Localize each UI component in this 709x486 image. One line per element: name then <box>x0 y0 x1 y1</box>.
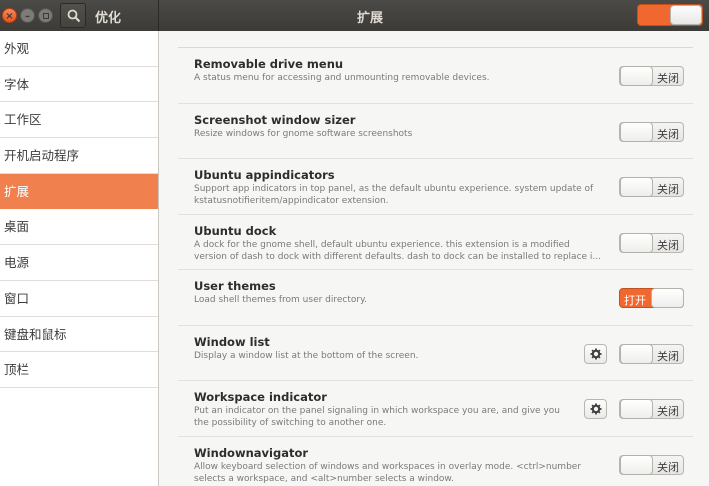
extension-row: Windownavigator Allow keyboard selection … <box>178 437 693 486</box>
extension-title: Ubuntu appindicators <box>194 168 335 182</box>
gear-icon <box>590 348 602 359</box>
window-minimize-button[interactable]: – <box>20 8 35 23</box>
sidebar-item[interactable]: 窗口 <box>0 281 158 317</box>
extension-description: Load shell themes from user directory. <box>194 294 604 306</box>
extension-toggle[interactable]: 关闭 <box>619 399 684 419</box>
description-line: Resize windows for gnome software screen… <box>194 128 413 139</box>
description-line: Put an indicator on the panel signaling … <box>194 406 560 416</box>
toggle-knob <box>620 66 653 86</box>
close-icon: × <box>5 11 14 22</box>
extension-description: Put an indicator on the panel signaling … <box>194 405 604 429</box>
app-title: 优化 <box>95 11 122 26</box>
description-line: Display a window list at the bottom of t… <box>194 350 419 361</box>
extension-settings-button[interactable] <box>584 399 607 419</box>
extension-toggle[interactable]: 打开 <box>619 288 684 308</box>
header-bar: × – 优化 扩展 <box>0 0 709 31</box>
maximize-icon <box>42 13 49 19</box>
extension-description: Support app indicators in top panel, as … <box>194 183 604 207</box>
toggle-knob <box>620 121 653 142</box>
toggle-label: 打开 <box>624 294 646 307</box>
description-line: selects a workspace, and <alt>number sel… <box>194 473 454 484</box>
sidebar-item[interactable]: 扩展 <box>0 173 158 210</box>
extension-description: Allow keyboard selection of windows and … <box>194 461 604 485</box>
extension-title: Workspace indicator <box>194 390 327 404</box>
search-button[interactable] <box>60 3 86 28</box>
description-line: Allow keyboard selection of windows and … <box>194 461 582 472</box>
extensions-list: Removable drive menu A status menu for ac… <box>178 47 693 486</box>
extension-description: A status menu for accessing and unmounti… <box>194 72 604 84</box>
extensions-master-switch[interactable] <box>637 4 703 26</box>
description-line: kstatusnotifieritem/appindicator extensi… <box>194 196 389 206</box>
extension-toggle[interactable]: 关闭 <box>619 66 684 86</box>
sidebar-item[interactable]: 外观 <box>0 31 158 67</box>
toggle-knob <box>651 288 684 308</box>
extension-title: Removable drive menu <box>194 57 344 71</box>
header-left-pane: × – 优化 <box>0 0 159 31</box>
toggle-label: 关闭 <box>657 183 679 196</box>
extension-row: Ubuntu dock A dock for the gnome shell, d… <box>178 215 693 270</box>
description-line: Load shell themes from user directory. <box>194 295 368 305</box>
sidebar-item[interactable]: 字体 <box>0 67 158 103</box>
extension-row: Removable drive menu A status menu for ac… <box>178 48 693 104</box>
extension-description: Display a window list at the bottom of t… <box>194 350 604 362</box>
description-line: A status menu for accessing and unmounti… <box>194 73 490 83</box>
extension-settings-button[interactable] <box>584 343 607 364</box>
sidebar-item[interactable]: 键盘和鼠标 <box>0 317 158 353</box>
sidebar-item[interactable]: 电源 <box>0 245 158 281</box>
description-line: the possibility of switching to another … <box>194 418 387 428</box>
extension-title: Ubuntu dock <box>194 223 277 238</box>
gear-icon <box>590 403 602 415</box>
description-line: A dock for the gnome shell, default ubun… <box>194 239 570 250</box>
extension-title: Window list <box>194 334 270 349</box>
extensions-panel: Removable drive menu A status menu for ac… <box>160 31 709 486</box>
page-title: 扩展 <box>356 11 383 26</box>
toggle-knob <box>620 343 653 364</box>
extension-title: Windownavigator <box>194 445 309 460</box>
minimize-icon: – <box>25 11 30 22</box>
toggle-label: 关闭 <box>657 72 679 85</box>
extension-toggle[interactable]: 关闭 <box>619 177 684 197</box>
extension-description: A dock for the gnome shell, default ubun… <box>194 239 604 263</box>
search-icon <box>67 9 81 23</box>
extension-row: User themes Load shell themes from user d… <box>178 270 693 326</box>
switch-knob <box>670 5 702 25</box>
sidebar-item[interactable]: 桌面 <box>0 209 158 246</box>
extension-row: Screenshot window sizer Resize windows fo… <box>178 104 693 159</box>
extension-row: Ubuntu appindicators Support app indicato… <box>178 159 693 215</box>
toggle-label: 关闭 <box>657 405 679 418</box>
toggle-knob <box>620 177 653 197</box>
extension-title: Screenshot window sizer <box>194 112 356 127</box>
sidebar-item[interactable]: 开机启动程序 <box>0 138 158 174</box>
extension-title: User themes <box>194 279 276 293</box>
extension-toggle[interactable]: 关闭 <box>619 121 684 142</box>
extension-row: Workspace indicator Put an indicator on t… <box>178 381 693 437</box>
extension-toggle[interactable]: 关闭 <box>619 454 684 475</box>
window-close-button[interactable]: × <box>2 8 17 23</box>
toggle-label: 关闭 <box>657 127 679 141</box>
extension-description: Resize windows for gnome software screen… <box>194 128 604 140</box>
sidebar-item[interactable]: 工作区 <box>0 102 158 139</box>
extension-row: Window list Display a window list at the … <box>178 326 693 381</box>
toggle-label: 关闭 <box>657 238 679 252</box>
sidebar-item[interactable]: 顶栏 <box>0 352 158 388</box>
toggle-knob <box>620 232 653 253</box>
window-maximize-button[interactable] <box>38 8 53 23</box>
toggle-knob <box>620 454 653 475</box>
extension-toggle[interactable]: 关闭 <box>619 232 684 253</box>
sidebar: 外观 字体 工作区 开机启动程序 扩展 桌面 电源 窗口 键盘和鼠标 顶栏 <box>0 31 159 486</box>
toggle-label: 关闭 <box>657 460 679 474</box>
toggle-label: 关闭 <box>657 349 679 363</box>
description-line: version of dash to dock with different d… <box>194 251 601 262</box>
description-line: Support app indicators in top panel, as … <box>194 184 594 194</box>
extension-toggle[interactable]: 关闭 <box>619 343 684 364</box>
toggle-knob <box>620 399 653 419</box>
